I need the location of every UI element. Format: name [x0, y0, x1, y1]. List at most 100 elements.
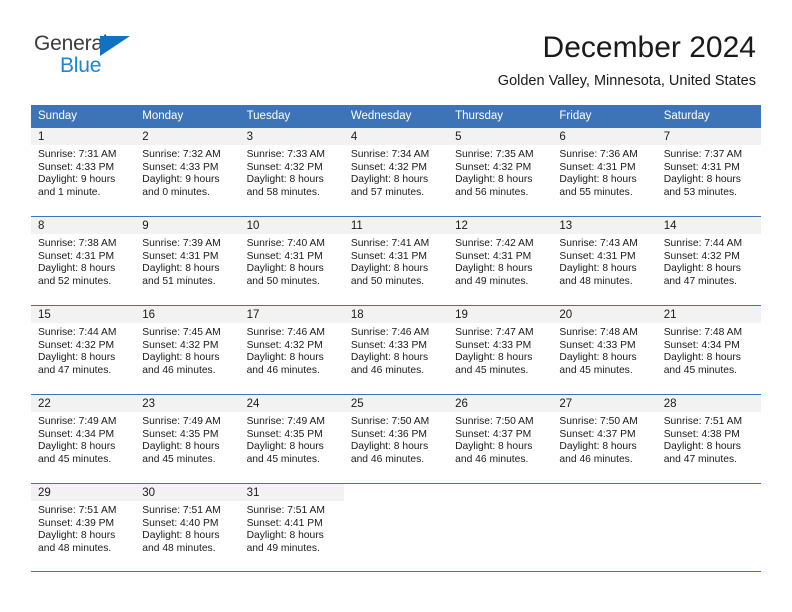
sunset-text: Sunset: 4:32 PM	[246, 161, 323, 173]
day-cell[interactable]: 14 Sunrise: 7:44 AM Sunset: 4:32 PM Dayl…	[656, 217, 761, 305]
day-cell[interactable]: 11 Sunrise: 7:41 AM Sunset: 4:31 PM Dayl…	[343, 217, 449, 305]
day-number: 1	[31, 128, 136, 145]
daylight-text-line1: Daylight: 8 hours	[455, 263, 533, 275]
daylight-text-line2: and 53 minutes.	[663, 186, 737, 198]
day-cell[interactable]: 10 Sunrise: 7:40 AM Sunset: 4:31 PM Dayl…	[239, 217, 344, 305]
day-cell[interactable]: 2 Sunrise: 7:32 AM Sunset: 4:33 PM Dayli…	[135, 128, 240, 216]
day-details: Sunrise: 7:39 AM Sunset: 4:31 PM Dayligh…	[135, 234, 239, 288]
sunset-text: Sunset: 4:31 PM	[38, 250, 115, 262]
day-details: Sunrise: 7:47 AM Sunset: 4:33 PM Dayligh…	[448, 323, 552, 377]
week-row: 1 Sunrise: 7:31 AM Sunset: 4:33 PM Dayli…	[31, 127, 761, 216]
day-cell[interactable]: 18 Sunrise: 7:46 AM Sunset: 4:33 PM Dayl…	[343, 306, 449, 394]
generalblue-logo[interactable]: General Blue	[34, 33, 194, 81]
daylight-text-line2: and 48 minutes.	[142, 542, 216, 554]
daylight-text-line1: Daylight: 8 hours	[455, 352, 533, 364]
daylight-text-line2: and 58 minutes.	[246, 186, 320, 198]
sunset-text: Sunset: 4:33 PM	[38, 161, 115, 173]
day-number: 7	[656, 128, 761, 145]
sunrise-text: Sunrise: 7:50 AM	[455, 416, 534, 427]
day-cell[interactable]: 23 Sunrise: 7:49 AM Sunset: 4:35 PM Dayl…	[135, 395, 240, 483]
daylight-text-line1: Daylight: 8 hours	[142, 263, 220, 275]
sunrise-text: Sunrise: 7:51 AM	[246, 505, 325, 516]
day-number: 8	[31, 217, 136, 234]
day-cell[interactable]: 12 Sunrise: 7:42 AM Sunset: 4:31 PM Dayl…	[448, 217, 553, 305]
weekday-header-row: Sunday Monday Tuesday Wednesday Thursday…	[31, 105, 761, 127]
daylight-text-line2: and 48 minutes.	[559, 275, 633, 287]
sunrise-text: Sunrise: 7:51 AM	[663, 416, 743, 427]
sunrise-text: Sunrise: 7:42 AM	[455, 238, 534, 249]
day-cell[interactable]: 16 Sunrise: 7:45 AM Sunset: 4:32 PM Dayl…	[135, 306, 240, 394]
daylight-text-line1: Daylight: 8 hours	[38, 352, 116, 364]
day-cell[interactable]: 25 Sunrise: 7:50 AM Sunset: 4:36 PM Dayl…	[343, 395, 449, 483]
week-row: 15 Sunrise: 7:44 AM Sunset: 4:32 PM Dayl…	[31, 305, 761, 394]
day-cell[interactable]: 22 Sunrise: 7:49 AM Sunset: 4:34 PM Dayl…	[31, 395, 136, 483]
day-cell[interactable]: 21 Sunrise: 7:48 AM Sunset: 4:34 PM Dayl…	[656, 306, 761, 394]
day-number	[343, 484, 449, 501]
daylight-text-line2: and 0 minutes.	[142, 186, 210, 198]
day-cell[interactable]: 7 Sunrise: 7:37 AM Sunset: 4:31 PM Dayli…	[656, 128, 761, 216]
sunrise-text: Sunrise: 7:45 AM	[142, 327, 221, 338]
day-cell[interactable]: 19 Sunrise: 7:47 AM Sunset: 4:33 PM Dayl…	[448, 306, 553, 394]
day-cell[interactable]: 24 Sunrise: 7:49 AM Sunset: 4:35 PM Dayl…	[239, 395, 344, 483]
day-details: Sunrise: 7:49 AM Sunset: 4:35 PM Dayligh…	[135, 412, 239, 466]
sunset-text: Sunset: 4:35 PM	[246, 428, 323, 440]
day-cell[interactable]: 9 Sunrise: 7:39 AM Sunset: 4:31 PM Dayli…	[135, 217, 240, 305]
daylight-text-line2: and 46 minutes.	[246, 364, 320, 376]
day-cell[interactable]: 3 Sunrise: 7:33 AM Sunset: 4:32 PM Dayli…	[239, 128, 344, 216]
daylight-text-line1: Daylight: 8 hours	[246, 263, 324, 275]
day-cell[interactable]: 17 Sunrise: 7:46 AM Sunset: 4:32 PM Dayl…	[239, 306, 344, 394]
day-cell[interactable]: 26 Sunrise: 7:50 AM Sunset: 4:37 PM Dayl…	[448, 395, 553, 483]
daylight-text-line1: Daylight: 8 hours	[559, 352, 637, 364]
day-cell[interactable]: 27 Sunrise: 7:50 AM Sunset: 4:37 PM Dayl…	[552, 395, 657, 483]
day-cell[interactable]: 4 Sunrise: 7:34 AM Sunset: 4:32 PM Dayli…	[343, 128, 449, 216]
day-details: Sunrise: 7:33 AM Sunset: 4:32 PM Dayligh…	[240, 145, 344, 199]
day-cell[interactable]: 8 Sunrise: 7:38 AM Sunset: 4:31 PM Dayli…	[31, 217, 136, 305]
sunrise-text: Sunrise: 7:50 AM	[350, 416, 430, 427]
daylight-text-line2: and 49 minutes.	[246, 542, 320, 554]
day-cell[interactable]: 29 Sunrise: 7:51 AM Sunset: 4:39 PM Dayl…	[31, 484, 136, 571]
day-cell[interactable]: 28 Sunrise: 7:51 AM Sunset: 4:38 PM Dayl…	[656, 395, 761, 483]
day-cell[interactable]: 31 Sunrise: 7:51 AM Sunset: 4:41 PM Dayl…	[239, 484, 344, 571]
daylight-text-line1: Daylight: 8 hours	[663, 174, 741, 186]
day-number: 27	[552, 395, 657, 412]
day-number	[552, 484, 657, 501]
sunset-text: Sunset: 4:37 PM	[559, 428, 636, 440]
page-header: General Blue December 2024 Golden Valley…	[0, 0, 792, 100]
daylight-text-line1: Daylight: 8 hours	[38, 530, 116, 542]
sunrise-text: Sunrise: 7:40 AM	[246, 238, 325, 249]
day-number: 19	[448, 306, 553, 323]
daylight-text-line2: and 1 minute.	[38, 186, 101, 198]
day-number: 18	[343, 306, 449, 323]
sunset-text: Sunset: 4:33 PM	[142, 161, 219, 173]
day-cell[interactable]: 20 Sunrise: 7:48 AM Sunset: 4:33 PM Dayl…	[552, 306, 657, 394]
day-number: 9	[135, 217, 240, 234]
daylight-text-line2: and 45 minutes.	[38, 453, 112, 465]
sunset-text: Sunset: 4:31 PM	[559, 250, 636, 262]
day-cell[interactable]: 13 Sunrise: 7:43 AM Sunset: 4:31 PM Dayl…	[552, 217, 657, 305]
sunrise-text: Sunrise: 7:49 AM	[142, 416, 221, 427]
sunrise-text: Sunrise: 7:31 AM	[38, 149, 117, 160]
page-title: December 2024	[542, 31, 756, 64]
day-cell[interactable]: 6 Sunrise: 7:36 AM Sunset: 4:31 PM Dayli…	[552, 128, 657, 216]
sunset-text: Sunset: 4:41 PM	[246, 517, 323, 529]
sunrise-text: Sunrise: 7:48 AM	[559, 327, 638, 338]
day-details: Sunrise: 7:37 AM Sunset: 4:31 PM Dayligh…	[657, 145, 761, 199]
day-cell[interactable]: 5 Sunrise: 7:35 AM Sunset: 4:32 PM Dayli…	[448, 128, 553, 216]
daylight-text-line1: Daylight: 8 hours	[350, 441, 429, 453]
sunrise-text: Sunrise: 7:44 AM	[38, 327, 117, 338]
sunrise-text: Sunrise: 7:51 AM	[142, 505, 221, 516]
day-number: 23	[135, 395, 240, 412]
day-number: 24	[239, 395, 344, 412]
day-details: Sunrise: 7:46 AM Sunset: 4:32 PM Dayligh…	[240, 323, 344, 377]
day-cell[interactable]: 1 Sunrise: 7:31 AM Sunset: 4:33 PM Dayli…	[31, 128, 136, 216]
day-cell[interactable]: 30 Sunrise: 7:51 AM Sunset: 4:40 PM Dayl…	[135, 484, 240, 571]
calendar-grid: Sunday Monday Tuesday Wednesday Thursday…	[31, 105, 761, 572]
daylight-text-line2: and 47 minutes.	[38, 364, 112, 376]
daylight-text-line2: and 45 minutes.	[559, 364, 633, 376]
sunrise-text: Sunrise: 7:35 AM	[455, 149, 534, 160]
day-cell[interactable]: 15 Sunrise: 7:44 AM Sunset: 4:32 PM Dayl…	[31, 306, 136, 394]
day-number: 16	[135, 306, 240, 323]
daylight-text-line1: Daylight: 8 hours	[38, 263, 116, 275]
daylight-text-line1: Daylight: 8 hours	[246, 352, 324, 364]
day-details: Sunrise: 7:46 AM Sunset: 4:33 PM Dayligh…	[344, 323, 448, 377]
